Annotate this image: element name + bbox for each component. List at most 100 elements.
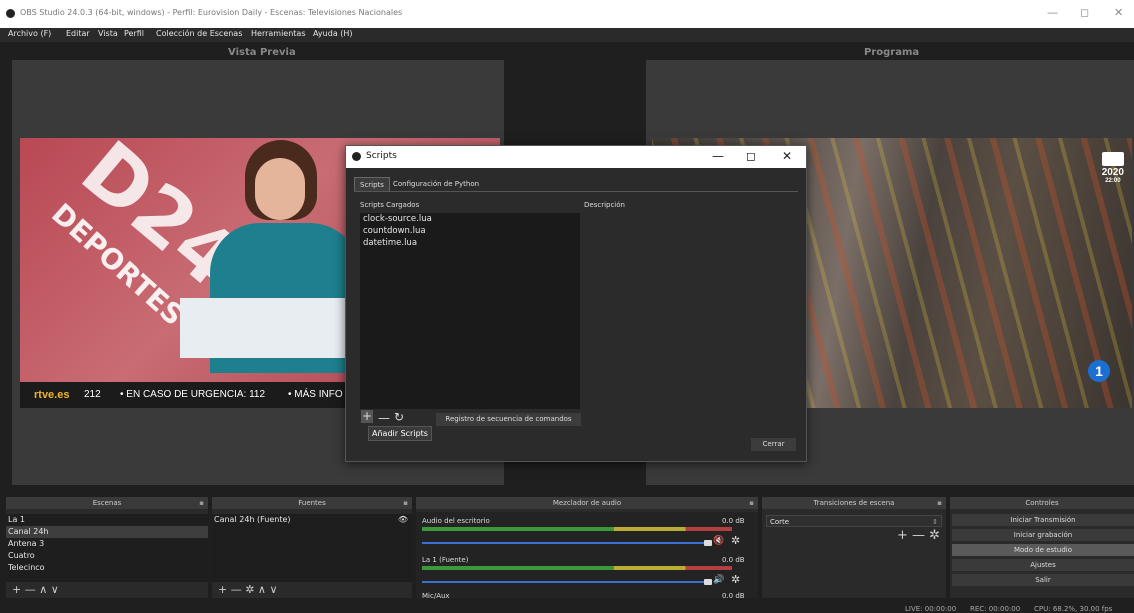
gear-icon[interactable]: ✲ [731,573,740,586]
audio-mixer-dock: Mezclador de audio ▪ Audio del escritorio… [416,497,758,600]
mixer-title: Mezclador de audio [552,499,622,507]
speaker-icon[interactable]: 🔊 [713,575,724,585]
dialog-maximize-button[interactable]: ◻ [746,149,756,163]
transition-selected-value: Corte [770,518,790,526]
studio-mode-button[interactable]: Modo de estudio [952,544,1134,556]
menu-editar[interactable]: Editar [66,29,90,38]
controls-dock-header: Controles [950,497,1134,509]
scripts-dialog: Scripts — ◻ ✕ Scripts Configuración de P… [345,145,807,462]
loaded-scripts-label: Scripts Cargados [360,201,420,209]
start-recording-button[interactable]: Iniciar grabación [952,529,1134,541]
source-item[interactable]: Canal 24h (Fuente) [212,514,412,526]
minimize-button[interactable]: — [1047,6,1058,19]
mixer-channel-name: La 1 (Fuente) [422,556,469,564]
transitions-dock-header: Transiciones de escena ▪ [762,497,946,509]
mixer-channel-name: Mic/Aux [422,592,450,600]
maximize-button[interactable]: ◻ [1080,6,1089,19]
rtve-logo: rtve.es [34,389,70,401]
controls-dock: Controles Iniciar Transmisión Iniciar gr… [950,497,1134,598]
volume-handle[interactable] [704,579,712,585]
volume-slider[interactable] [422,581,707,583]
list-item[interactable]: clock-source.lua [360,213,580,225]
controls-title: Controles [1025,499,1059,507]
reload-script-icon[interactable]: ↻ [394,410,404,424]
program-title: Programa [864,47,920,58]
gear-icon[interactable]: ✲ [731,534,740,547]
sources-list[interactable]: Canal 24h (Fuente) 👁 [212,514,412,582]
window-title: OBS Studio 24.0.3 (64-bit, windows) - Pe… [20,8,403,17]
scene-item[interactable]: Canal 24h [6,526,208,538]
settings-button[interactable]: Ajustes [952,559,1134,571]
add-scripts-tooltip: Añadir Scripts [368,426,432,441]
remove-script-icon[interactable]: — [378,411,390,425]
mixer-channel-db: 0.0 dB [722,517,745,525]
badge-year: 2020 [1101,167,1124,178]
ticker-item: • EN CASO DE URGENCIA: 112 [120,389,266,400]
obs-logo-icon [352,152,361,161]
visibility-eye-icon[interactable]: 👁 [398,515,408,524]
sources-dock: Fuentes ▪ Canal 24h (Fuente) 👁 + — ✲ ∧ ∨ [212,497,412,598]
menu-archivo[interactable]: Archivo (F) [8,29,51,38]
mixer-dock-header: Mezclador de audio ▪ [416,497,758,509]
dock-float-icon[interactable]: ▪ [749,497,754,509]
scene-item[interactable]: La 1 [6,514,208,526]
menu-bar: Archivo (F) Editar Vista Perfil Colecció… [0,28,1134,42]
menu-vista[interactable]: Vista [98,29,118,38]
script-log-button[interactable]: Registro de secuencia de comandos [436,413,581,426]
sources-title: Fuentes [298,499,326,507]
audio-meter [422,527,732,531]
dialog-title: Scripts [366,151,397,161]
chevron-updown-icon: ⇕ [932,518,938,526]
sources-toolbar[interactable]: + — ✲ ∧ ∨ [218,583,278,596]
muted-speaker-icon[interactable]: 🔇 [713,536,724,546]
ticker-item: • MÁS INFO [288,389,343,400]
preview-title: Vista Previa [228,47,296,58]
menu-coleccion-escenas[interactable]: Colección de Escenas [156,29,242,38]
close-button[interactable]: ✕ [1114,6,1123,19]
obs-logo-icon [6,9,15,18]
transitions-dock: Transiciones de escena ▪ Corte ⇕ + — ✲ [762,497,946,598]
scenes-dock: Escenas ▪ La 1 Canal 24h Antena 3 Cuatro … [6,497,208,598]
mixer-channel-name: Audio del escritorio [422,517,490,525]
dialog-cerrar-button[interactable]: Cerrar [751,438,796,451]
scene-item[interactable]: Telecinco [6,562,208,574]
scenes-title: Escenas [92,499,122,507]
menu-perfil[interactable]: Perfil [124,29,144,38]
scenes-list[interactable]: La 1 Canal 24h Antena 3 Cuatro Telecinco [6,514,208,582]
list-item[interactable]: countdown.lua [360,225,580,237]
tab-scripts[interactable]: Scripts [354,177,390,192]
add-script-icon[interactable]: + [361,410,373,423]
mixer-channel-db: 0.0 dB [722,592,745,600]
dock-float-icon[interactable]: ▪ [937,497,942,509]
badge-time: 22:00 [1105,178,1121,184]
dialog-title-bar: Scripts — ◻ ✕ [346,146,806,168]
tab-python-config[interactable]: Configuración de Python [388,177,484,191]
volume-slider[interactable] [422,542,707,544]
dock-float-icon[interactable]: ▪ [199,497,204,509]
transition-select[interactable]: Corte ⇕ [766,515,942,527]
la1-channel-logo: 1 [1088,360,1110,382]
scene-item[interactable]: Cuatro [6,550,208,562]
transitions-title: Transiciones de escena [813,499,895,507]
menu-ayuda[interactable]: Ayuda (H) [313,29,353,38]
list-item[interactable]: datetime.lua [360,237,580,249]
dialog-minimize-button[interactable]: — [712,149,724,163]
transitions-toolbar[interactable]: + — ✲ [897,528,940,543]
sources-dock-header: Fuentes ▪ [212,497,412,509]
scenes-dock-header: Escenas ▪ [6,497,208,509]
mixer-channel-db: 0.0 dB [722,556,745,564]
start-streaming-button[interactable]: Iniciar Transmisión [952,514,1134,526]
scenes-toolbar[interactable]: + — ∧ ∨ [12,583,59,596]
ticker-item: 212 [84,389,101,400]
menu-herramientas[interactable]: Herramientas [251,29,306,38]
eurovision-2020-badge: 2020 22:00 [1102,152,1124,184]
volume-handle[interactable] [704,540,712,546]
description-label: Descripción [584,201,625,209]
dialog-close-button[interactable]: ✕ [782,149,792,163]
dock-float-icon[interactable]: ▪ [403,497,408,509]
title-bar: OBS Studio 24.0.3 (64-bit, windows) - Pe… [0,0,1134,28]
scene-item[interactable]: Antena 3 [6,538,208,550]
exit-button[interactable]: Salir [952,574,1134,586]
scripts-list[interactable]: clock-source.lua countdown.lua datetime.… [360,213,580,409]
audio-meter [422,566,732,570]
